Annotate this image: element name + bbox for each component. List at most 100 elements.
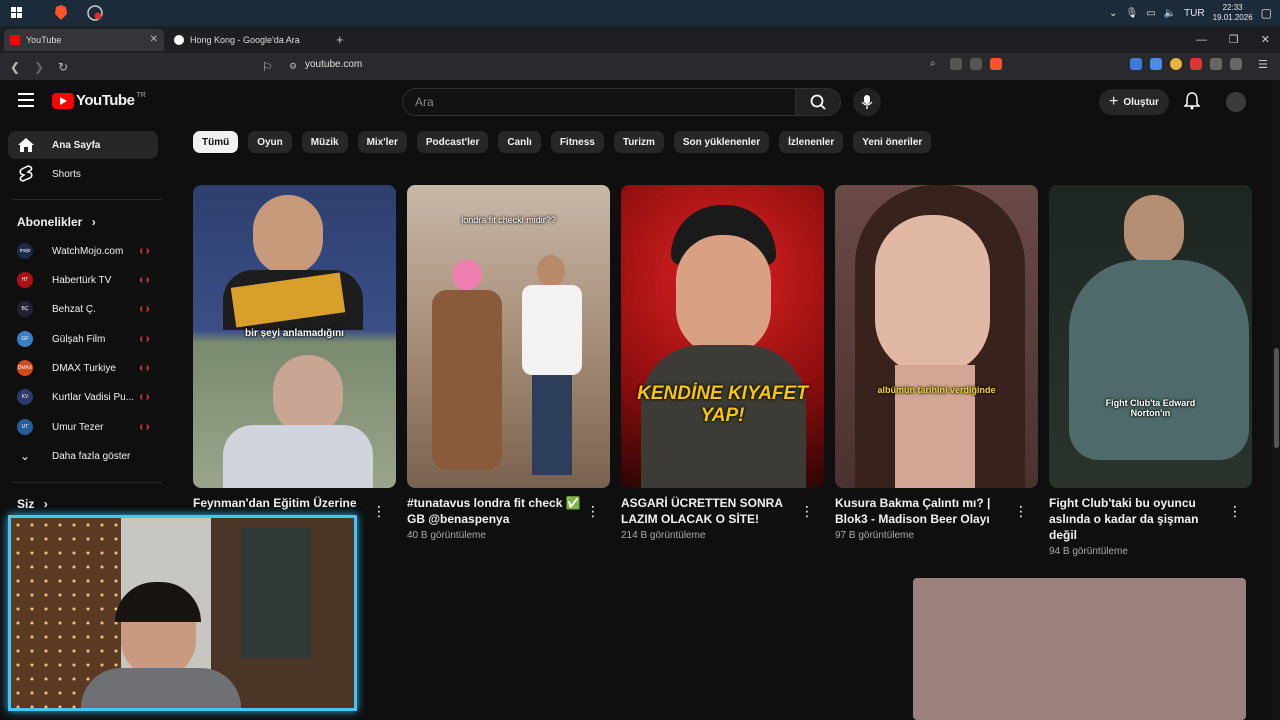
language-indicator[interactable]: TUR (1184, 8, 1205, 19)
chip-gaming[interactable]: Oyun (248, 131, 292, 153)
subscription-item[interactable]: BÇ Behzat Ç. (17, 298, 157, 320)
short-title[interactable]: Kusura Bakma Çalıntı mı? | Blok3 - Madis… (835, 495, 1015, 527)
short-thumbnail[interactable]: bir şeyi anlamadığını (193, 185, 396, 488)
minimize-icon[interactable]: — (1196, 34, 1207, 46)
tab-youtube[interactable]: YouTube ✕ (4, 28, 164, 51)
notifications-bell-icon[interactable] (1183, 92, 1201, 115)
short-title[interactable]: Feynman'dan Eğitim Üzerine (193, 495, 373, 511)
chip-live[interactable]: Canlı (498, 131, 541, 153)
sidebar-item-shorts[interactable]: Shorts (8, 160, 158, 188)
extension-blue-icon[interactable] (1130, 58, 1142, 70)
short-title[interactable]: ASGARİ ÜCRETTEN SONRA LAZIM OLACAK O SİT… (621, 495, 801, 527)
voice-search-button[interactable] (853, 88, 881, 116)
sidebar-item-label: Ana Sayfa (52, 139, 101, 151)
chip-tourism[interactable]: Turizm (613, 131, 664, 153)
subscription-item[interactable]: HT Habertürk TV (17, 269, 157, 291)
restore-icon[interactable]: ❐ (1229, 33, 1239, 46)
show-more-button[interactable]: ⌄ Daha fazla göster (17, 445, 157, 467)
share-icon[interactable] (970, 58, 982, 70)
subscription-item[interactable]: DMAX DMAX Turkiye (17, 357, 157, 379)
site-info-icon[interactable]: ⚙ (284, 61, 302, 72)
short-card[interactable]: Fight Club'ta Edward Norton'ın Fight Clu… (1049, 185, 1252, 557)
sidebar-item-home[interactable]: Ana Sayfa (8, 131, 158, 159)
subscription-item[interactable]: GF Gülşah Film (17, 328, 157, 350)
channel-avatar: mojo (17, 243, 33, 259)
subscription-item[interactable]: mojo WatchMojo.com (17, 240, 157, 262)
page-scrollbar[interactable] (1272, 80, 1280, 720)
notification-icon[interactable]: ▢ (1261, 6, 1272, 20)
zoom-icon[interactable]: ⌕ (930, 58, 942, 70)
network-icon[interactable]: ▭ (1146, 8, 1155, 19)
new-tab-icon[interactable]: + (336, 32, 344, 47)
short-card[interactable]: albümün tarihini verdiğinde Kusura Bakma… (835, 185, 1038, 541)
chip-mixes[interactable]: Mix'ler (357, 131, 407, 153)
more-options-icon[interactable]: ⋮ (1014, 503, 1028, 520)
hamburger-menu-icon[interactable] (18, 93, 34, 107)
search-button[interactable] (795, 88, 841, 116)
subscription-item[interactable]: UT Umur Tezer (17, 416, 157, 438)
clock[interactable]: 22:33 19.01.2026 (1213, 3, 1253, 23)
webcam-overlay (8, 515, 357, 711)
chip-watched[interactable]: İzlenenler (779, 131, 844, 153)
scrollbar-thumb[interactable] (1274, 348, 1279, 448)
bookmark-icon[interactable]: ⚐ (258, 60, 276, 74)
translate-icon[interactable] (1150, 58, 1162, 70)
youtube-logo[interactable]: YouTube TR (52, 92, 146, 109)
chevron-right-icon: › (91, 215, 96, 229)
extension-red-icon[interactable] (1190, 58, 1202, 70)
avatar[interactable] (1226, 92, 1246, 112)
volume-icon[interactable]: 🔈 (1164, 8, 1176, 19)
short-thumbnail[interactable]: KENDİNE KIYAFET YAP! (621, 185, 824, 488)
you-heading[interactable]: Siz › (17, 497, 48, 511)
cast-icon[interactable] (950, 58, 962, 70)
chip-music[interactable]: Müzik (301, 131, 348, 153)
search-input[interactable]: Ara (402, 88, 796, 116)
tab-google-search[interactable]: Hong Kong - Google'da Ara (168, 29, 328, 51)
create-button[interactable]: + Oluştur (1099, 89, 1169, 115)
brave-browser-icon[interactable] (50, 2, 72, 24)
chip-podcasts[interactable]: Podcast'ler (416, 131, 489, 153)
region-code: TR (136, 92, 146, 99)
short-thumbnail[interactable]: Fight Club'ta Edward Norton'ın (1049, 185, 1252, 488)
microphone-tray-icon[interactable]: 🎙 (1125, 8, 1138, 19)
tab-label: YouTube (26, 34, 62, 45)
menu-icon[interactable]: ☰ (1258, 58, 1270, 71)
subscription-item[interactable]: KV Kurtlar Vadisi Pu... (17, 386, 157, 408)
more-options-icon[interactable]: ⋮ (372, 503, 386, 520)
url-field[interactable]: youtube.com (305, 59, 362, 70)
chip-all[interactable]: Tümü (193, 131, 239, 153)
short-card[interactable]: bir şeyi anlamadığını Feynman'dan Eğitim… (193, 185, 396, 519)
more-options-icon[interactable]: ⋮ (1228, 503, 1242, 520)
short-thumbnail[interactable]: londra fit checki midir?? (407, 185, 610, 488)
short-title[interactable]: Fight Club'taki bu oyuncu aslında o kada… (1049, 495, 1229, 543)
forward-icon[interactable]: ❯ (30, 60, 48, 74)
short-thumbnail[interactable]: albümün tarihini verdiğinde (835, 185, 1038, 488)
home-icon (17, 136, 35, 154)
windows-start-icon[interactable] (6, 2, 28, 24)
chip-fitness[interactable]: Fitness (550, 131, 604, 153)
recording-app-icon[interactable] (84, 2, 106, 24)
short-card[interactable]: KENDİNE KIYAFET YAP! ASGARİ ÜCRETTEN SON… (621, 185, 824, 541)
chip-recently-uploaded[interactable]: Son yüklenenler (673, 131, 770, 153)
more-options-icon[interactable]: ⋮ (586, 503, 600, 520)
brave-shield-icon[interactable] (990, 58, 1002, 70)
live-indicator-icon (140, 248, 149, 254)
person-shape (537, 255, 565, 287)
close-tab-icon[interactable]: ✕ (150, 34, 158, 45)
subscriptions-heading[interactable]: Abonelikler › (17, 215, 96, 229)
subscription-label: WatchMojo.com (52, 245, 124, 257)
short-card[interactable]: londra fit checki midir?? #tunatavus lon… (407, 185, 610, 541)
close-window-icon[interactable]: ✕ (1261, 33, 1270, 46)
chevron-up-icon[interactable]: ⌄ (1109, 8, 1117, 19)
more-options-icon[interactable]: ⋮ (800, 503, 814, 520)
subscription-label: Behzat Ç. (52, 303, 96, 315)
live-indicator-icon (140, 424, 149, 430)
chrome-ext-icon[interactable] (1170, 58, 1182, 70)
short-title[interactable]: #tunatavus londra fit check ✅ GB @benasp… (407, 495, 587, 527)
sidebar-toggle-icon[interactable] (1230, 58, 1242, 70)
reload-icon[interactable]: ↻ (54, 60, 72, 74)
chip-new-to-you[interactable]: Yeni öneriler (853, 131, 932, 153)
back-icon[interactable]: ❮ (6, 60, 24, 74)
subscriptions-heading-label: Abonelikler (17, 215, 83, 229)
puzzle-icon[interactable] (1210, 58, 1222, 70)
